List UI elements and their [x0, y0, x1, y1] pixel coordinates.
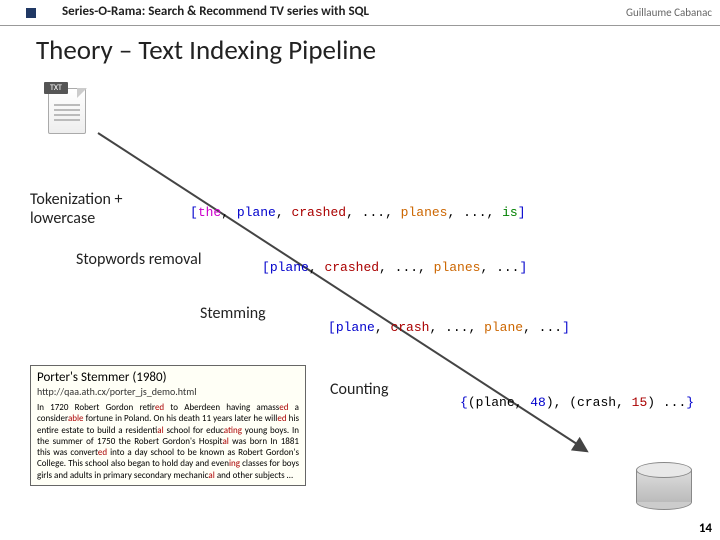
stage-stopwords: Stopwords removal	[76, 250, 202, 269]
header-author: Guillaume Cabanac	[626, 6, 712, 19]
stage-counting: Counting	[330, 380, 388, 399]
stage-stemming: Stemming	[200, 304, 266, 323]
slide-header: Series-O-Rama: Search & Recommend TV ser…	[0, 0, 720, 26]
file-label: TXT	[44, 82, 68, 94]
header-bullet-icon	[26, 8, 36, 18]
tokens-line-4: {(plane, 48), (crash, 15) ...}	[460, 395, 694, 410]
stage-tokenization: Tokenization + lowercase	[30, 190, 150, 228]
tokens-line-2: [plane, crashed, ..., planes, ...]	[262, 260, 527, 275]
tokens-line-3: [plane, crash, ..., plane, ...]	[328, 320, 570, 335]
database-icon	[636, 462, 692, 510]
porter-stemmer-box: Porter's Stemmer (1980) http://qaa.ath.c…	[30, 365, 306, 486]
header-title: Series-O-Rama: Search & Recommend TV ser…	[62, 4, 369, 19]
porter-title: Porter's Stemmer (1980)	[37, 370, 299, 385]
porter-body: In 1720 Robert Gordon retired to Aberdee…	[37, 402, 299, 481]
page-title: Theory – Text Indexing Pipeline	[36, 34, 376, 67]
txt-file-icon: TXT	[44, 82, 90, 138]
page-number: 14	[699, 521, 712, 536]
porter-link: http://qaa.ath.cx/porter_js_demo.html	[37, 385, 299, 398]
tokens-line-1: [the, plane, crashed, ..., planes, ..., …	[190, 205, 526, 220]
